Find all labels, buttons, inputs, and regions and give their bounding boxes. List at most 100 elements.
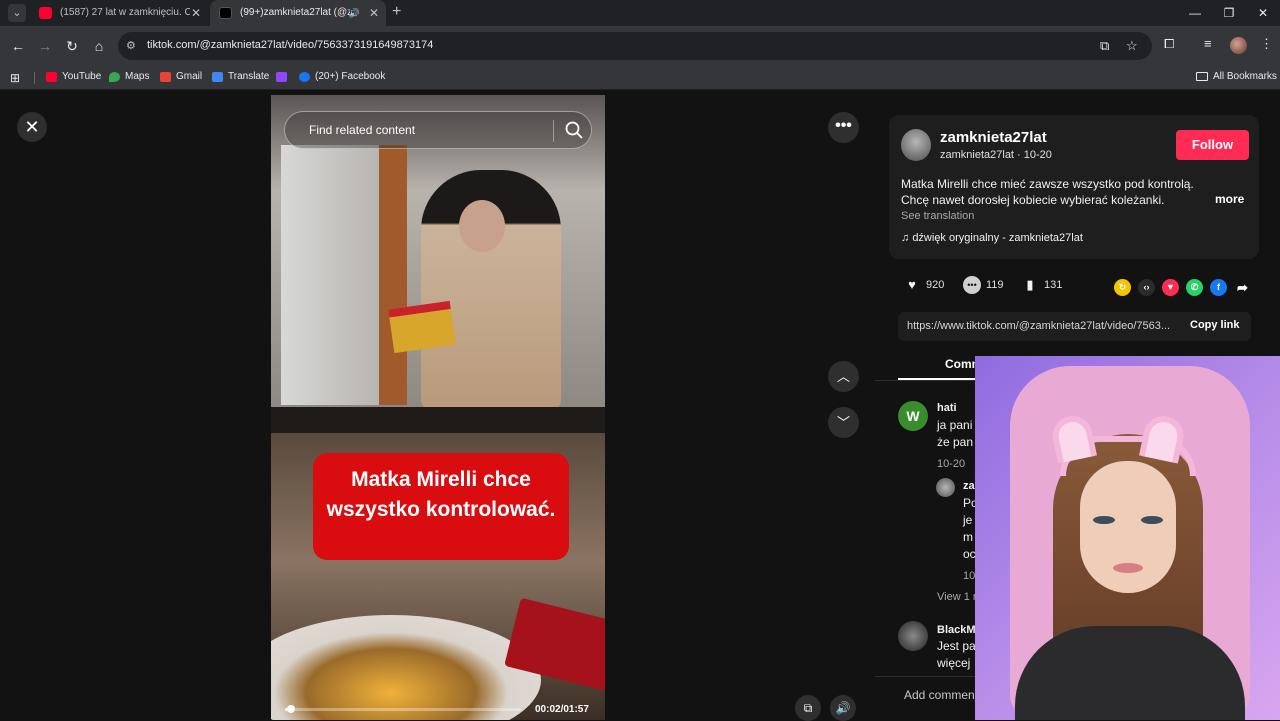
- apps-grid-icon[interactable]: ⊞: [10, 71, 20, 85]
- author-avatar[interactable]: [901, 129, 931, 161]
- reply-avatar[interactable]: [936, 478, 955, 497]
- next-video-icon[interactable]: ﹀: [828, 407, 859, 438]
- profile-avatar[interactable]: [1230, 37, 1247, 54]
- forward-icon[interactable]: →: [35, 36, 55, 56]
- address-bar[interactable]: ⚙ tiktok.com/@zamknieta27lat/video/75633…: [118, 32, 1152, 60]
- copy-link-button[interactable]: Copy link: [1190, 319, 1240, 331]
- previous-video-icon[interactable]: ︿: [828, 361, 859, 392]
- progress-handle[interactable]: [286, 705, 295, 713]
- more-link[interactable]: more: [1215, 192, 1244, 206]
- streamer-shirt: [1015, 626, 1245, 720]
- reply-text: oc: [963, 547, 976, 561]
- comment-author[interactable]: hati: [937, 402, 957, 414]
- tiktok-friends-icon[interactable]: ▼: [1162, 279, 1179, 296]
- reply-author[interactable]: za: [963, 480, 975, 492]
- streamer-eye: [1141, 516, 1163, 524]
- more-options-icon[interactable]: •••: [828, 112, 859, 143]
- comment-text: że pan: [937, 435, 974, 449]
- video-door: [379, 145, 407, 405]
- video-gift-box: [388, 300, 456, 354]
- search-divider: [553, 120, 554, 142]
- video-link[interactable]: https://www.tiktok.com/@zamknieta27lat/v…: [907, 320, 1177, 332]
- view-replies-link[interactable]: View 1 r: [937, 591, 977, 603]
- caption-line-2: wszystko kontrolować.: [326, 498, 556, 521]
- video-tv-frame: [271, 407, 605, 433]
- video-progress-bar[interactable]: [285, 705, 521, 713]
- comment-icon[interactable]: •••: [963, 276, 981, 294]
- see-translation-link[interactable]: See translation: [901, 210, 974, 222]
- speaker-icon[interactable]: 🔊: [349, 0, 360, 26]
- video-time: 00:02/01:57: [535, 704, 589, 715]
- tab-close-icon[interactable]: ✕: [366, 0, 382, 26]
- browser-tab-youtube[interactable]: (1587) 27 lat w zamknięciu. Cał ✕: [30, 0, 208, 26]
- bookmark-maps[interactable]: Maps: [109, 71, 149, 82]
- repost-icon[interactable]: ↻: [1114, 279, 1131, 296]
- streamer-eye: [1093, 516, 1115, 524]
- facebook-share-icon[interactable]: f: [1210, 279, 1227, 296]
- youtube-favicon-icon: [39, 7, 52, 19]
- author-username[interactable]: zamknieta27lat: [940, 129, 1047, 146]
- video-caption: Matka Mirelli chce wszystko kontrolować.: [313, 453, 569, 560]
- sound-link[interactable]: ♫ dźwięk oryginalny - zamknieta27lat: [901, 232, 1083, 244]
- share-arrow-icon[interactable]: ➦: [1234, 279, 1251, 296]
- new-tab-button[interactable]: +: [392, 3, 401, 21]
- all-bookmarks[interactable]: All Bookmarks: [1196, 71, 1277, 82]
- video-wall: [281, 145, 391, 405]
- translate-icon: [212, 72, 223, 82]
- bookmark-translate[interactable]: Translate: [212, 71, 269, 82]
- url-text[interactable]: tiktok.com/@zamknieta27lat/video/7563373…: [147, 39, 433, 51]
- volume-icon[interactable]: 🔊: [830, 695, 856, 721]
- video-player[interactable]: Matka Mirelli chce wszystko kontrolować.…: [271, 95, 605, 720]
- chrome-menu-icon[interactable]: ⋮: [1260, 36, 1273, 52]
- heart-icon[interactable]: ♥: [903, 276, 921, 294]
- copy-link-row: https://www.tiktok.com/@zamknieta27lat/v…: [898, 312, 1251, 341]
- reply-date: 10: [963, 570, 976, 582]
- whatsapp-icon[interactable]: ✆: [1186, 279, 1203, 296]
- media-controls-icon[interactable]: ≡: [1204, 36, 1212, 51]
- bookmarks-divider: [34, 72, 35, 84]
- comment-date: 10-20: [937, 458, 966, 470]
- search-placeholder[interactable]: Find related content: [309, 123, 415, 137]
- tab-close-icon[interactable]: ✕: [188, 0, 204, 26]
- bookmark-facebook[interactable]: (20+) Facebook: [299, 71, 385, 82]
- window-close-icon[interactable]: ✕: [1246, 0, 1280, 26]
- install-app-icon[interactable]: ⧉: [1100, 38, 1109, 54]
- comment-author[interactable]: BlackM: [937, 624, 976, 636]
- bookmark-gmail[interactable]: Gmail: [160, 71, 202, 82]
- reload-icon[interactable]: ↻: [62, 36, 82, 56]
- minimize-icon[interactable]: —: [1178, 0, 1212, 26]
- comment-avatar[interactable]: W: [898, 401, 928, 431]
- related-search-bar[interactable]: Find related content: [284, 111, 592, 149]
- tab-title: (99+)zamknieta27lat (@zam: [240, 7, 350, 18]
- music-note-icon: ♫: [901, 232, 913, 244]
- author-meta: zamknieta27lat · 10-20: [940, 149, 1052, 161]
- caption-line-1: Matka Mirelli chce: [351, 468, 531, 491]
- restore-icon[interactable]: ❐: [1212, 0, 1246, 26]
- comment-text: Jest pa: [937, 639, 976, 653]
- bookmark-youtube[interactable]: YouTube: [46, 71, 101, 82]
- facebook-icon: [299, 72, 310, 82]
- gmail-icon: [160, 72, 171, 82]
- bookmarks-bar: ⊞ YouTube Maps Gmail Translate (20+) Fac…: [0, 66, 1280, 90]
- tiktok-favicon-icon: [219, 7, 232, 19]
- streamer-lips: [1113, 563, 1143, 573]
- search-icon[interactable]: [564, 120, 584, 140]
- author-card: zamknieta27lat zamknieta27lat · 10-20 Fo…: [889, 115, 1259, 259]
- close-video-button[interactable]: ✕: [17, 112, 47, 142]
- browser-tab-tiktok[interactable]: (99+)zamknieta27lat (@zam 🔊 ✕: [210, 0, 386, 26]
- bookmark-star-icon[interactable]: ☆: [1126, 38, 1138, 54]
- bookmark-icon[interactable]: ▮: [1021, 276, 1039, 294]
- embed-icon[interactable]: ‹›: [1138, 279, 1155, 296]
- tab-search-chevron-icon[interactable]: ⌄: [8, 4, 26, 22]
- maps-pin-icon: [109, 72, 120, 82]
- reply-text: m: [963, 530, 973, 544]
- browser-toolbar: ← → ↻ ⌂ ⚙ tiktok.com/@zamknieta27lat/vid…: [0, 26, 1280, 66]
- back-icon[interactable]: ←: [8, 36, 28, 56]
- mini-player-icon[interactable]: ⧉: [795, 695, 821, 721]
- comment-avatar[interactable]: [898, 621, 928, 651]
- follow-button[interactable]: Follow: [1176, 130, 1249, 160]
- youtube-icon: [46, 72, 57, 82]
- extensions-icon[interactable]: ⧠: [1164, 36, 1174, 52]
- site-settings-icon[interactable]: ⚙: [126, 39, 136, 52]
- home-icon[interactable]: ⌂: [89, 36, 109, 56]
